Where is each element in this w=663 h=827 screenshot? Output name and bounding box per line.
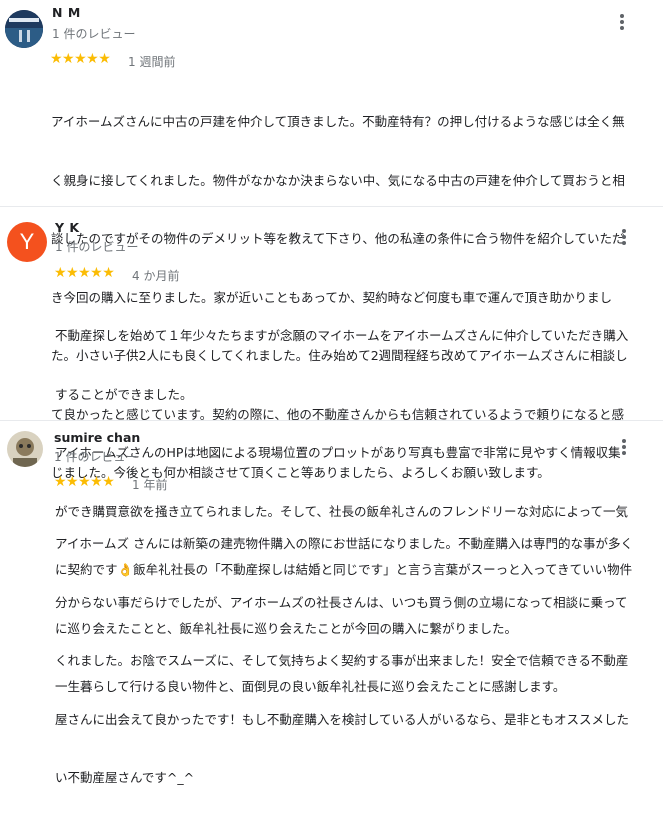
review-card: Y Y K 1 件のレビュー ★★★★★ 4 か月前 不動産探しを始めて１年少々… (0, 207, 663, 694)
review-line: アイホームズ さんには新築の建売物件購入の際にお世話になりました。不動産購入は専… (55, 536, 633, 551)
review-line: くれました。お陰でスムーズに、そして気持ちよく契約する事が出来ました！安全で信頼… (55, 653, 629, 668)
star-rating: ★★★★★ (54, 474, 115, 490)
review-line: 不動産探しを始めて１年少々たちますが念願のマイホームをアイホームズさんに仲介して… (55, 328, 629, 343)
review-count[interactable]: 1 件のレビュー (55, 238, 138, 255)
reviewer-name[interactable]: Y K (55, 220, 80, 235)
review-card: sumire chan 1 件のレビュー ★★★★★ 1 年前 アイホームズ さ… (0, 421, 663, 785)
review-count[interactable]: 1 件のレビュー (52, 25, 135, 42)
reviewer-name[interactable]: sumire chan (54, 430, 140, 445)
more-options-button[interactable] (617, 12, 627, 32)
review-line: い不動産屋さんです^_^ (55, 770, 195, 785)
review-count[interactable]: 1 件のレビュー (54, 448, 137, 465)
review-line: 屋さんに出会えて良かったです！もし不動産購入を検討している人がいるなら、是非とも… (55, 711, 630, 727)
review-text: アイホームズ さんには新築の建売物件購入の際にお世話になりました。不動産購入は専… (55, 495, 633, 827)
user-photo-icon (5, 10, 43, 48)
avatar[interactable]: Y (7, 222, 47, 262)
user-photo-icon (7, 431, 43, 467)
star-rating: ★★★★★ (50, 51, 111, 67)
avatar[interactable] (7, 431, 43, 467)
review-time: 4 か月前 (132, 269, 180, 283)
review-card: N M 1 件のレビュー ★★★★★ 1 週間前 アイホームズさんに中古の戸建を… (0, 0, 663, 480)
review-line: 分からない事だらけでしたが、アイホームズの社長さんは、いつも買う側の立場になって… (55, 594, 628, 610)
avatar[interactable] (5, 10, 43, 48)
reviewer-name[interactable]: N M (52, 5, 81, 20)
review-time: 1 年前 (132, 478, 168, 492)
more-options-button[interactable] (619, 437, 629, 457)
star-rating: ★★★★★ (54, 265, 115, 281)
review-line: することができました。 (55, 386, 193, 402)
review-line: アイホームズさんに中古の戸建を仲介して頂きました。不動産特有？の押し付けるような… (51, 114, 625, 129)
review-time: 1 週間前 (128, 55, 176, 69)
more-options-button[interactable] (619, 227, 629, 247)
review-line: く親身に接してくれました。物件がなかなか決まらない中、気になる中古の戸建を仲介し… (51, 172, 625, 188)
